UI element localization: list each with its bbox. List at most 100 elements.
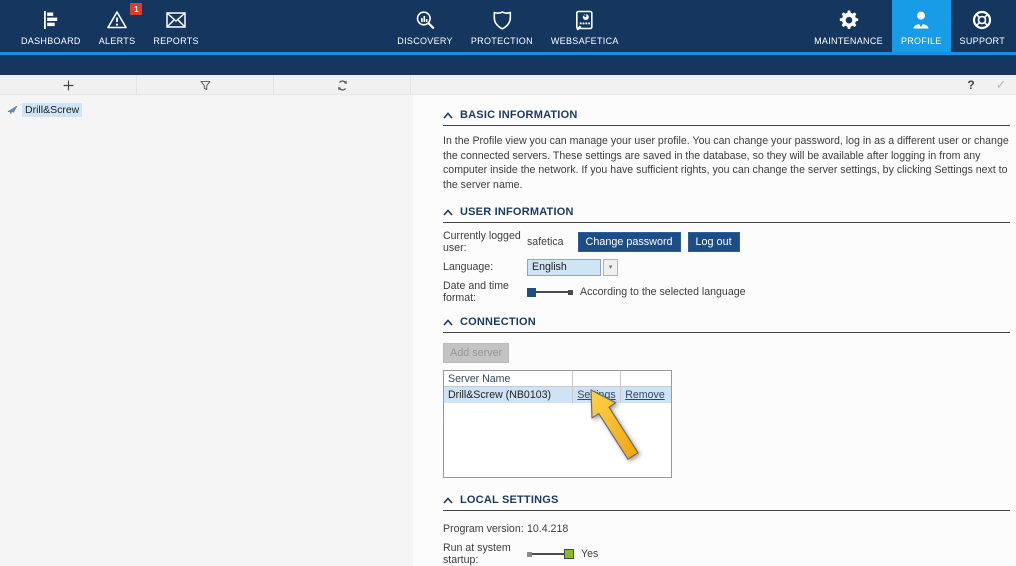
nav-group-center: DISCOVERY PROTECTION WEBSAFETICA [388, 0, 627, 52]
tab-label: SUPPORT [960, 36, 1005, 46]
tree-panel: Drill&Screw [0, 95, 413, 566]
tab-label: PROFILE [901, 36, 942, 46]
run-at-startup-row: Run at system startup: Yes [443, 544, 1010, 564]
tab-label: REPORTS [153, 36, 198, 46]
datetime-format-slider[interactable] [527, 288, 573, 297]
section-title: BASIC INFORMATION [460, 109, 577, 121]
warning-triangle-icon [105, 7, 129, 33]
refresh-icon [336, 79, 349, 92]
toolbar: ? ✓ [0, 75, 1016, 95]
tab-label: WEBSAFETICA [551, 36, 619, 46]
tab-label: MAINTENANCE [814, 36, 883, 46]
datetime-format-row: Date and time format: According to the s… [443, 282, 1010, 302]
server-name-cell: Drill&Screw (NB0103) [444, 387, 573, 403]
program-version-value: 10.4.218 [527, 523, 568, 535]
language-dropdown[interactable]: English ▾ [527, 259, 618, 276]
add-button[interactable] [0, 75, 137, 95]
app-window: DASHBOARD ALERTS 1 REPORTS D [0, 0, 1016, 566]
section-title: USER INFORMATION [460, 206, 574, 218]
chevron-up-icon [443, 497, 453, 504]
tab-label: PROTECTION [471, 36, 533, 46]
language-label: Language: [443, 261, 527, 273]
chevron-down-icon[interactable]: ▾ [603, 259, 618, 276]
language-row: Language: English ▾ [443, 257, 1010, 277]
server-pin-icon [7, 105, 18, 116]
toolbar-spacer [411, 75, 956, 94]
add-server-button[interactable]: Add server [443, 343, 509, 363]
server-table-row[interactable]: Drill&Screw (NB0103) Settings Remove [444, 387, 671, 403]
funnel-icon [199, 79, 212, 92]
nav-group-right: MAINTENANCE PROFILE SUPPORT [805, 0, 1014, 52]
top-navbar: DASHBOARD ALERTS 1 REPORTS D [0, 0, 1016, 52]
settings-link[interactable]: Settings [577, 389, 615, 401]
tab-protection[interactable]: PROTECTION [462, 0, 542, 52]
plus-icon [62, 79, 75, 92]
tab-reports[interactable]: REPORTS [144, 0, 207, 52]
section-user-information: USER INFORMATION Currently logged user: … [443, 206, 1010, 302]
server-table-header: Server Name [444, 371, 671, 387]
confirm-button[interactable]: ✓ [986, 75, 1016, 95]
tree-item-label: Drill&Screw [22, 103, 82, 117]
server-table: Server Name Drill&Screw (NB0103) Setting… [443, 370, 672, 478]
run-at-startup-label: Run at system startup: [443, 542, 527, 566]
program-version-label: Program version: [443, 523, 527, 535]
user-rows: Currently logged user: safetica Change p… [443, 232, 1010, 302]
person-icon [909, 7, 933, 33]
chevron-up-icon [443, 319, 453, 326]
nav-group-left: DASHBOARD ALERTS 1 REPORTS [12, 0, 208, 52]
filter-button[interactable] [137, 75, 274, 95]
tab-profile[interactable]: PROFILE [892, 0, 951, 52]
section-header[interactable]: BASIC INFORMATION [443, 109, 1010, 126]
web-window-icon [573, 7, 597, 33]
log-out-button[interactable]: Log out [688, 232, 740, 252]
section-local-settings: LOCAL SETTINGS Program version: 10.4.218… [443, 494, 1010, 566]
run-at-startup-value: Yes [581, 548, 598, 560]
section-header[interactable]: LOCAL SETTINGS [443, 494, 1010, 511]
tab-label: DISCOVERY [397, 36, 453, 46]
shield-icon [490, 7, 514, 33]
logged-user-label: Currently logged user: [443, 230, 527, 254]
section-title: CONNECTION [460, 316, 536, 328]
gear-icon [837, 7, 861, 33]
language-selected-value[interactable]: English [527, 259, 601, 276]
tab-dashboard[interactable]: DASHBOARD [12, 0, 90, 52]
change-password-button[interactable]: Change password [578, 232, 681, 252]
tab-maintenance[interactable]: MAINTENANCE [805, 0, 892, 52]
section-connection: CONNECTION Add server Server Name Drill&… [443, 316, 1010, 478]
tab-websafetica[interactable]: WEBSAFETICA [542, 0, 628, 52]
column-header-remove [621, 371, 669, 387]
envelope-icon [164, 7, 188, 33]
tab-label: ALERTS [99, 36, 136, 46]
slider-track [536, 291, 568, 293]
slider-handle[interactable] [564, 549, 574, 559]
chevron-up-icon [443, 112, 453, 119]
datetime-format-value: According to the selected language [580, 286, 746, 298]
program-version-row: Program version: 10.4.218 [443, 519, 1010, 539]
bar-chart-icon [39, 7, 63, 33]
section-title: LOCAL SETTINGS [460, 494, 559, 506]
toolbar-right: ? ✓ [956, 75, 1016, 94]
run-at-startup-toggle[interactable] [527, 549, 574, 559]
tree-item-server[interactable]: Drill&Screw [7, 103, 413, 117]
refresh-button[interactable] [274, 75, 411, 95]
life-ring-icon [970, 7, 994, 33]
tab-label: DASHBOARD [21, 36, 81, 46]
help-button[interactable]: ? [956, 75, 986, 95]
server-table-empty-area [444, 403, 671, 477]
basic-information-text: In the Profile view you can manage your … [443, 134, 1009, 192]
datetime-format-label: Date and time format: [443, 280, 527, 304]
tab-alerts[interactable]: ALERTS 1 [90, 0, 145, 52]
tab-support[interactable]: SUPPORT [951, 0, 1014, 52]
section-header[interactable]: USER INFORMATION [443, 206, 1010, 223]
tab-discovery[interactable]: DISCOVERY [388, 0, 462, 52]
main-content: BASIC INFORMATION In the Profile view yo… [413, 95, 1016, 566]
section-header[interactable]: CONNECTION [443, 316, 1010, 333]
logged-user-value: safetica [527, 236, 564, 248]
local-rows: Program version: 10.4.218 Run at system … [443, 519, 1010, 566]
slider-end [568, 290, 573, 295]
logged-user-row: Currently logged user: safetica Change p… [443, 232, 1010, 252]
column-header-server-name: Server Name [444, 371, 573, 387]
column-header-settings [573, 371, 621, 387]
remove-link[interactable]: Remove [625, 389, 664, 401]
slider-handle[interactable] [527, 288, 536, 297]
